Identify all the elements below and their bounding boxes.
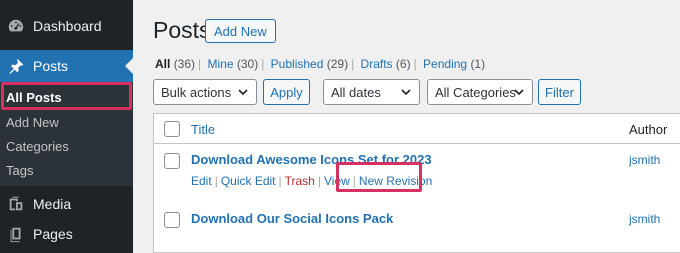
post-status-views: All (36) | Mine (30) | Published (29) | Dra… (155, 57, 486, 71)
filter-button[interactable]: Filter (538, 79, 581, 105)
post-author-link[interactable]: jsmith (629, 153, 660, 167)
select-all-checkbox[interactable] (164, 121, 180, 137)
menu-pages-label: Pages (33, 225, 73, 242)
dashboard-gauge-icon (6, 16, 26, 36)
post-title-link[interactable]: Download Our Social Icons Pack (191, 211, 393, 226)
menu-dashboard-label: Dashboard (33, 17, 102, 34)
quick-edit-link[interactable]: Quick Edit (221, 174, 276, 188)
categories-value: All Categories (435, 84, 516, 100)
post-author-link[interactable]: jsmith (629, 212, 660, 226)
submenu-categories[interactable]: Categories (6, 139, 69, 154)
row-checkbox[interactable] (164, 153, 180, 169)
bulk-actions-value: Bulk actions (161, 84, 232, 100)
menu-dashboard[interactable]: Dashboard (0, 10, 133, 41)
table-row: Download Our Social Icons Pack jsmith (154, 204, 680, 242)
bulk-actions-select[interactable]: Bulk actions (153, 79, 257, 105)
row-checkbox[interactable] (164, 212, 180, 228)
menu-media[interactable]: Media (0, 188, 133, 219)
pages-document-icon (6, 224, 26, 244)
view-all[interactable]: All (36) (155, 57, 195, 71)
categories-select[interactable]: All Categories (427, 79, 533, 105)
apply-button[interactable]: Apply (263, 79, 310, 105)
table-header: Title Author (154, 114, 680, 144)
add-new-post-button[interactable]: Add New (205, 19, 276, 43)
thumbtack-pin-icon (6, 56, 26, 76)
view-mine[interactable]: Mine (30) (208, 57, 259, 71)
column-title[interactable]: Title (191, 122, 215, 137)
chevron-down-icon (237, 86, 249, 98)
submenu-tags[interactable]: Tags (6, 163, 33, 178)
view-published[interactable]: Published (29) (271, 57, 348, 71)
menu-media-label: Media (33, 195, 72, 212)
trash-link[interactable]: Trash (285, 174, 315, 188)
submenu-add-new[interactable]: Add New (6, 115, 59, 130)
chevron-down-icon (400, 86, 412, 98)
media-camera-icon (6, 194, 26, 214)
menu-pages[interactable]: Pages (0, 218, 133, 249)
menu-posts-label: Posts (33, 58, 69, 74)
menu-posts[interactable]: Posts (0, 50, 133, 82)
view-drafts[interactable]: Drafts (6) (361, 57, 411, 71)
dates-value: All dates (331, 84, 381, 100)
dates-select[interactable]: All dates (323, 79, 420, 105)
page-title: Posts (153, 17, 211, 43)
main-content: Posts Add New All (36) | Mine (30) | Publi… (133, 0, 680, 253)
chevron-down-icon (513, 86, 525, 98)
edit-link[interactable]: Edit (191, 174, 212, 188)
view-pending[interactable]: Pending (1) (423, 57, 485, 71)
new-revision-highlight-box (336, 162, 422, 192)
admin-sidebar: Dashboard Posts All Posts Add New Catego… (0, 0, 133, 253)
current-menu-arrow (125, 58, 133, 74)
column-author: Author (629, 122, 668, 137)
all-posts-highlight-box (1, 82, 132, 110)
